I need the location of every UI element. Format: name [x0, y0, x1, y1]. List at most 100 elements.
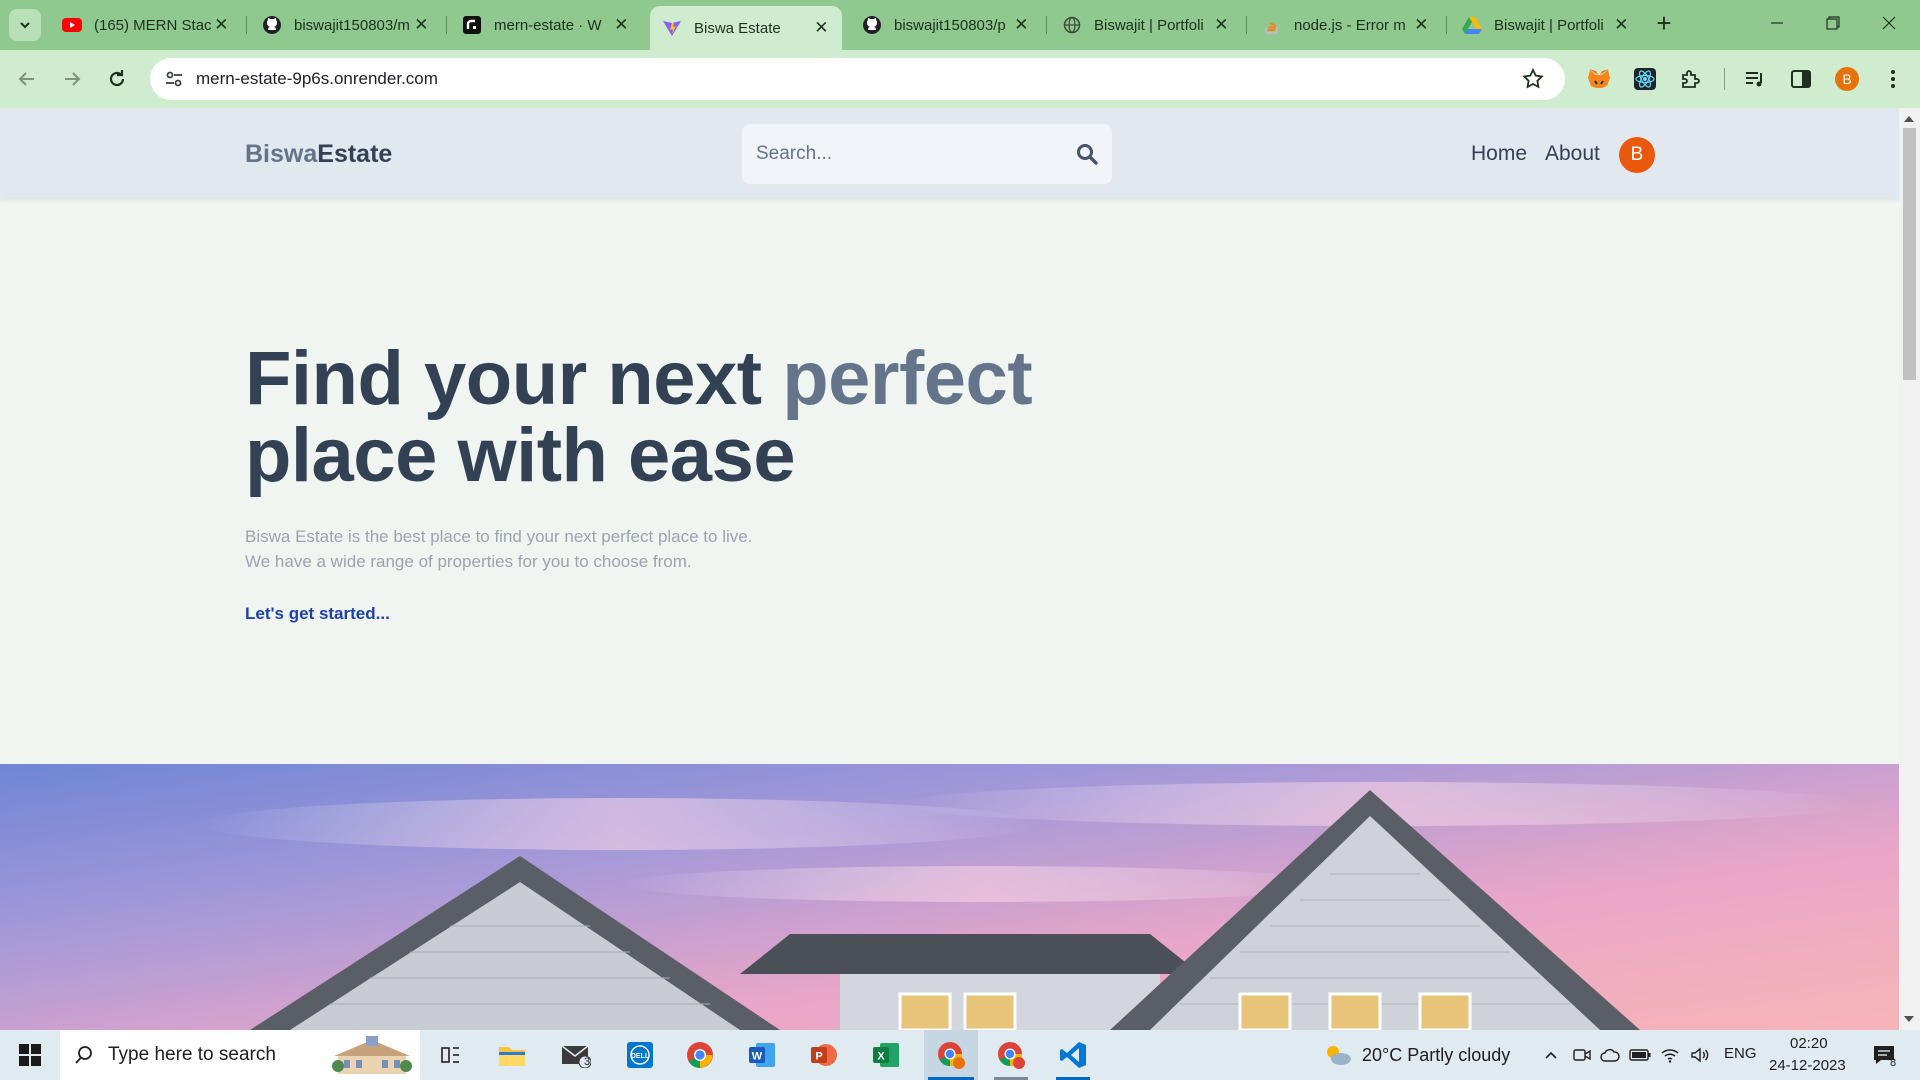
close-tab-icon[interactable]: ✕	[413, 15, 430, 35]
tray-wifi-icon[interactable]	[1658, 1030, 1682, 1080]
back-button[interactable]	[12, 64, 42, 94]
taskbar-search-placeholder: Type here to search	[108, 1044, 276, 1065]
extensions-button[interactable]	[1676, 64, 1706, 94]
scrollbar-thumb[interactable]	[1903, 128, 1916, 380]
chevron-up-icon	[1545, 1051, 1557, 1059]
restore-button[interactable]	[1810, 8, 1856, 38]
hero-description-line-1: Biswa Estate is the best place to find y…	[245, 527, 753, 546]
address-bar[interactable]: mern-estate-9p6s.onrender.com	[150, 58, 1565, 100]
svg-text:X: X	[877, 1051, 885, 1063]
search-input[interactable]	[756, 124, 1056, 184]
taskbar-chrome[interactable]	[678, 1030, 722, 1080]
taskbar-chrome-profile-2[interactable]	[984, 1030, 1038, 1080]
taskbar-dell[interactable]: DELL	[618, 1030, 662, 1080]
folder-icon	[499, 1047, 525, 1066]
taskbar-file-explorer[interactable]	[490, 1030, 534, 1080]
taskbar-chrome-profile-active[interactable]	[924, 1030, 978, 1080]
tab-strip: (165) MERN Stac ✕ biswajit150803/m ✕ mer…	[0, 0, 1920, 50]
nav-about-link[interactable]: About	[1545, 142, 1600, 166]
render-icon	[462, 15, 482, 35]
tab-separator	[1046, 16, 1047, 34]
start-button[interactable]	[8, 1030, 52, 1080]
more-vertical-icon	[1891, 70, 1895, 88]
taskbar-word[interactable]: W	[740, 1030, 784, 1080]
taskbar-powerpoint[interactable]: P	[802, 1030, 846, 1080]
url-text[interactable]: mern-estate-9p6s.onrender.com	[196, 69, 438, 89]
media-controls-button[interactable]	[1740, 64, 1770, 94]
browser-tab[interactable]: (165) MERN Stac ✕	[50, 8, 242, 42]
search-highlight-image	[332, 1036, 412, 1074]
toolbar-divider	[1724, 68, 1725, 90]
site-logo[interactable]: BiswaEstate	[245, 140, 392, 169]
globe-icon	[1062, 15, 1082, 35]
close-tab-icon[interactable]: ✕	[1613, 15, 1630, 35]
forward-button[interactable]	[57, 64, 87, 94]
minimize-button[interactable]	[1754, 8, 1800, 38]
tray-battery-icon[interactable]	[1628, 1030, 1652, 1080]
nav-home-link[interactable]: Home	[1471, 142, 1527, 166]
chrome-icon	[687, 1042, 713, 1069]
close-window-button[interactable]	[1866, 8, 1912, 38]
site-info-icon[interactable]	[164, 69, 184, 94]
page-scrollbar[interactable]	[1899, 108, 1920, 1030]
browser-tab[interactable]: Biswajit | Portfoli ✕	[1450, 8, 1642, 42]
reload-icon	[109, 70, 125, 87]
tray-volume-icon[interactable]	[1688, 1030, 1712, 1080]
video-icon	[1573, 1049, 1591, 1061]
browser-tab[interactable]: mern-estate · W ✕	[450, 8, 642, 42]
scroll-down-icon[interactable]	[1904, 1016, 1914, 1022]
tab-separator	[1446, 16, 1447, 34]
browser-tab[interactable]: biswajit150803/p ✕	[850, 8, 1042, 42]
logo-part-1: Biswa	[245, 140, 318, 168]
arrow-right-icon	[65, 72, 81, 86]
weather-widget-icon[interactable]	[1320, 1030, 1354, 1080]
clock-date[interactable]: 24-12-2023	[1769, 1057, 1846, 1074]
hero-description-line-2: We have a wide range of properties for y…	[245, 552, 692, 571]
tray-onedrive-icon[interactable]	[1598, 1030, 1622, 1080]
svg-text:W: W	[752, 1051, 763, 1063]
close-tab-icon[interactable]: ✕	[1413, 15, 1430, 35]
user-avatar[interactable]: B	[1619, 137, 1655, 173]
browser-tab-active[interactable]: Biswa Estate ✕	[650, 6, 842, 50]
search-icon[interactable]	[1076, 143, 1098, 170]
tab-title: biswajit150803/p	[894, 16, 1006, 34]
clock-time[interactable]: 02:20	[1790, 1035, 1828, 1052]
taskbar-mail[interactable]: 3	[554, 1030, 598, 1080]
tab-search-button[interactable]	[9, 9, 41, 41]
hero-section: Find your next perfect place with ease B…	[245, 340, 1145, 624]
get-started-link[interactable]: Let's get started...	[245, 604, 390, 624]
taskbar-search-box[interactable]: Type here to search	[60, 1030, 420, 1080]
input-language[interactable]: ENG	[1724, 1045, 1757, 1062]
hero-title-line-2: place with ease	[245, 413, 796, 498]
excel-icon: X	[873, 1043, 899, 1067]
browser-tab[interactable]: node.js - Error m ✕	[1250, 8, 1442, 42]
notification-center-button[interactable]: 8	[1866, 1030, 1902, 1080]
taskbar-excel[interactable]: X	[864, 1030, 908, 1080]
taskbar-vscode[interactable]	[1046, 1030, 1100, 1080]
metamask-extension[interactable]	[1584, 64, 1614, 94]
show-hidden-icons-button[interactable]	[1538, 1030, 1564, 1080]
search-icon	[75, 1046, 92, 1064]
close-tab-icon[interactable]: ✕	[613, 15, 630, 35]
chrome-profile-icon	[938, 1042, 965, 1069]
task-view-button[interactable]	[430, 1030, 470, 1080]
profile-button[interactable]: B	[1832, 64, 1862, 94]
close-tab-icon[interactable]: ✕	[213, 15, 230, 35]
scroll-up-icon[interactable]	[1904, 116, 1914, 122]
powerpoint-icon: P	[811, 1044, 837, 1066]
battery-icon	[1629, 1049, 1651, 1061]
youtube-icon	[62, 15, 82, 35]
close-tab-icon[interactable]: ✕	[813, 18, 830, 38]
tray-meet-icon[interactable]	[1570, 1030, 1594, 1080]
bookmark-star-icon[interactable]	[1521, 67, 1545, 96]
reload-button[interactable]	[102, 64, 132, 94]
browser-tab[interactable]: biswajit150803/m ✕	[250, 8, 442, 42]
browser-menu-button[interactable]	[1878, 64, 1908, 94]
react-devtools-extension[interactable]	[1630, 64, 1660, 94]
side-panel-button[interactable]	[1786, 64, 1816, 94]
weather-text[interactable]: 20°C Partly cloudy	[1362, 1045, 1510, 1066]
close-tab-icon[interactable]: ✕	[1013, 15, 1030, 35]
browser-tab[interactable]: Biswajit | Portfoli ✕	[1050, 8, 1242, 42]
close-tab-icon[interactable]: ✕	[1213, 15, 1230, 35]
new-tab-button[interactable]: +	[1650, 10, 1678, 38]
